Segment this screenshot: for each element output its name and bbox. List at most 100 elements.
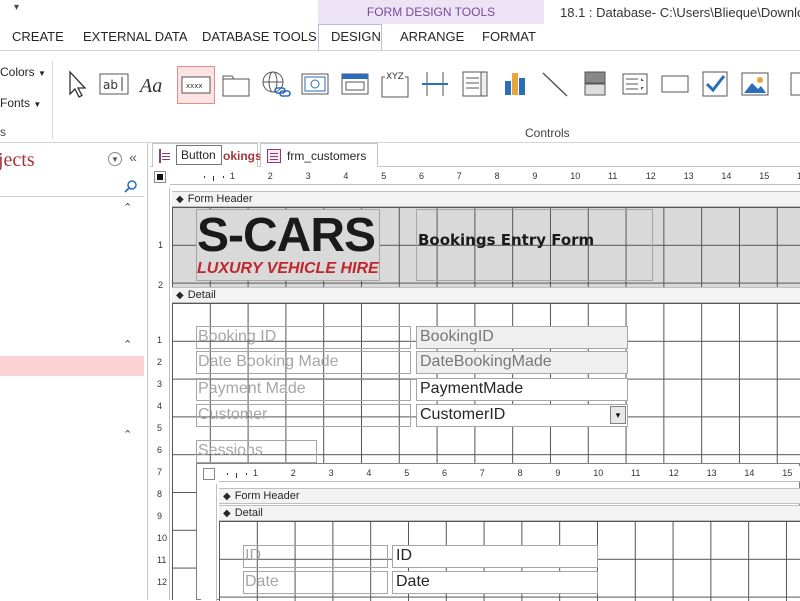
form-icon (267, 148, 281, 163)
form-selector[interactable] (154, 171, 166, 183)
textbox-icon[interactable]: ab (97, 67, 131, 101)
subform-selector[interactable] (203, 468, 215, 480)
booking-id-textbox[interactable]: BookingID (416, 326, 628, 349)
nav-search-input[interactable] (0, 177, 144, 197)
doc-tab-label: frm_customers (287, 148, 367, 163)
logo-image[interactable]: S-CARS LUXURY VEHICLE HIRE (196, 209, 380, 281)
quick-access-dropdown-icon[interactable]: ▾ (14, 2, 19, 13)
ribbon-separator (52, 61, 53, 139)
tab-arrange[interactable]: ARRANGE (400, 28, 464, 50)
collapse-group-icon[interactable]: ⌃ (123, 201, 132, 214)
section-arrow-icon: ◆ (176, 289, 184, 301)
chart-icon[interactable] (498, 67, 532, 101)
search-icon[interactable] (124, 179, 138, 193)
subform-vertical-ruler (201, 484, 217, 601)
collapse-group-icon[interactable]: ⌃ (123, 428, 132, 441)
svg-text:XYZ: XYZ (386, 72, 404, 82)
tab-control-icon[interactable] (219, 67, 253, 101)
subform-id-label[interactable]: ID (243, 545, 388, 568)
subform-date-label[interactable]: Date (243, 571, 388, 594)
tab-database-tools[interactable]: DATABASE TOOLS (202, 28, 317, 50)
ruler-number: 1 (158, 240, 164, 250)
contextual-group-label: FORM DESIGN TOOLS (366, 5, 496, 19)
payment-made-textbox[interactable]: PaymentMade (416, 378, 628, 401)
subform-detail-section-bar[interactable]: ◆ Detail (219, 505, 800, 521)
themes-group-label: s (0, 125, 6, 139)
subform-id-textbox[interactable]: ID (392, 545, 598, 568)
document-tabs: okings frm_customers (150, 143, 800, 167)
ruler-number: 2 (158, 280, 164, 290)
form-icon (159, 148, 170, 163)
subform-date-textbox[interactable]: Date (392, 571, 598, 594)
doc-tab-frm-customers[interactable]: frm_customers (260, 143, 378, 167)
option-group-icon[interactable]: XYZ (378, 67, 412, 101)
ruler-number: 10 (570, 171, 581, 181)
subform-header-section-bar[interactable]: ◆ Form Header (219, 488, 800, 504)
ruler-tick (213, 176, 215, 181)
booking-id-label[interactable]: Booking ID (196, 326, 411, 349)
ruler-number: 1 (253, 468, 259, 478)
customer-label[interactable]: Customer (196, 404, 411, 427)
web-browser-icon[interactable] (298, 67, 332, 101)
ruler-number: 6 (157, 445, 163, 455)
navigation-pane: jects ▼ « ⌃ ⌃ ⌃ (0, 143, 148, 600)
image-icon[interactable] (738, 67, 772, 101)
tab-external-data[interactable]: EXTERNAL DATA (83, 28, 188, 50)
colors-button[interactable]: Colors ▼ (0, 65, 46, 79)
nav-selected-item[interactable] (0, 356, 144, 376)
detail-section-bar[interactable]: ◆ Detail (172, 287, 800, 303)
tab-design[interactable]: DESIGN (331, 28, 381, 50)
checkbox-icon[interactable] (698, 67, 732, 101)
combo-dropdown-icon[interactable]: ▾ (610, 406, 626, 424)
form-title-label[interactable]: Bookings Entry Form (416, 209, 653, 281)
ruler-number: 5 (157, 423, 163, 433)
collapse-pane-icon[interactable]: « (126, 149, 140, 165)
nav-pane-title: jects (0, 149, 35, 171)
form-header-section-bar[interactable]: ◆ Form Header (172, 191, 800, 207)
combo-box-icon[interactable] (458, 67, 492, 101)
ruler-number: 9 (157, 511, 163, 521)
ribbon-tab-row: ▾ FORM DESIGN TOOLS 18.1 : Database- C:\… (0, 0, 800, 50)
fonts-button[interactable]: Fonts ▼ (0, 96, 41, 110)
svg-text:ab: ab (103, 78, 118, 92)
ruler-tick (226, 473, 228, 475)
payment-made-label[interactable]: Payment Made (196, 378, 411, 401)
ruler-number: 3 (328, 468, 334, 478)
page-break-icon[interactable] (418, 67, 452, 101)
nav-menu-dropdown-icon[interactable]: ▼ (108, 152, 122, 166)
ruler-tick (236, 473, 238, 478)
subform-header-label: Form Header (234, 490, 300, 502)
tab-create[interactable]: CREATE (12, 28, 64, 50)
collapse-group-icon[interactable]: ⌃ (123, 338, 132, 351)
hyperlink-icon[interactable] (258, 67, 292, 101)
sessions-label[interactable]: Sessions (196, 440, 317, 463)
button-icon[interactable]: xxxx (177, 66, 215, 104)
tab-format[interactable]: FORMAT (482, 28, 536, 50)
form-design-surface: 12345678910111213141516 ◆ Form Header S-… (150, 167, 800, 601)
ribbon: Colors ▼ Fonts ▼ s ab Aa xxxx XYZ Contro… (0, 50, 800, 143)
rectangle-icon[interactable] (658, 67, 692, 101)
ruler-number: 12 (645, 171, 656, 181)
form-header-label: Form Header (187, 193, 253, 205)
ruler-number: 15 (759, 171, 770, 181)
date-booking-made-label[interactable]: Date Booking Made (196, 351, 411, 374)
horizontal-ruler: 12345678910111213141516 (170, 169, 800, 185)
label-icon[interactable]: Aa (137, 67, 171, 101)
fonts-label: Fonts (0, 96, 31, 110)
customer-combobox[interactable]: CustomerID (416, 404, 628, 427)
controls-group-label: Controls (525, 126, 570, 140)
ruler-number: 1 (157, 335, 163, 345)
navigation-control-icon[interactable] (338, 67, 372, 101)
date-booking-made-textbox[interactable]: DateBookingMade (416, 351, 628, 374)
more-controls-icon[interactable] (782, 67, 800, 101)
ruler-number: 8 (517, 468, 523, 478)
ruler-number: 15 (782, 468, 793, 478)
sessions-subform[interactable]: 1 2 3 4 5 6 7 8 9 10 11 12 13 14 15 ◆ Form Header ◆ De… (196, 463, 800, 601)
toggle-button-icon[interactable] (578, 67, 612, 101)
select-arrow-icon[interactable] (59, 67, 93, 101)
ruler-number: 2 (267, 171, 273, 181)
ruler-number: 14 (744, 468, 755, 478)
line-icon[interactable] (538, 67, 572, 101)
list-box-icon[interactable] (618, 67, 652, 101)
ruler-number: 9 (532, 171, 538, 181)
